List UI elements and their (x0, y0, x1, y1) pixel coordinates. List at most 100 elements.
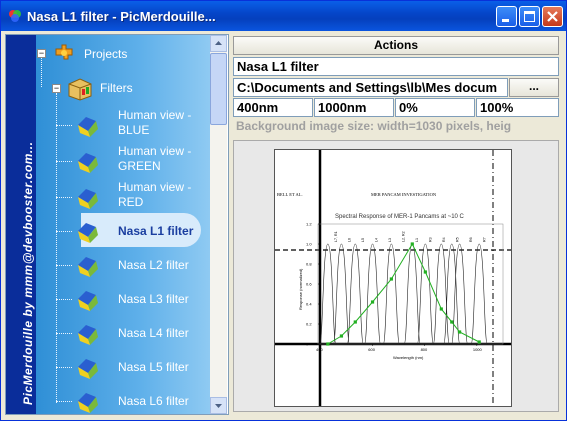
y-tick-label: 1.2 (306, 222, 312, 227)
scroll-up-button[interactable] (210, 35, 227, 52)
wavelength-max-field[interactable]: 1000nm (314, 98, 394, 117)
data-point (423, 270, 427, 274)
window-title: Nasa L1 filter - PicMerdouille... (27, 9, 216, 24)
tree-guide (56, 333, 72, 334)
y-tick-label: 1.0 (306, 242, 312, 247)
band-label: R6 (469, 237, 473, 242)
cube-icon (78, 291, 98, 311)
tree-guide (56, 197, 72, 198)
x-tick-label: 600 (368, 347, 375, 352)
data-point (477, 340, 481, 344)
tree-scrollbar[interactable] (210, 35, 227, 414)
spectral-response-chart[interactable]: BELL ET AL. MER PANCAM INVESTIGATION Spe… (275, 150, 511, 406)
band-label: L6 (348, 238, 352, 242)
tree-item-human-view-green[interactable]: Human view - GREEN (118, 144, 191, 174)
band-label: R4 (442, 237, 446, 242)
app-icon (9, 10, 21, 22)
tree-item-nasa-l3[interactable]: Nasa L3 filter (118, 292, 189, 307)
y-tick-label: 0.8 (306, 262, 312, 267)
arrow-down-icon (215, 404, 222, 408)
tree-guide (56, 367, 72, 368)
data-point (439, 307, 443, 311)
details-panel: Actions Nasa L1 filter C:\Documents and … (231, 34, 562, 413)
band-label: L3 (388, 238, 392, 242)
tree-guide (56, 401, 72, 402)
tree-panel: PicMerdouille by mmm@devbooster.com... −… (5, 34, 229, 415)
tree-item-label: Human view - (118, 144, 192, 158)
actions-button[interactable]: Actions (233, 36, 559, 55)
tree-item-nasa-l6[interactable]: Nasa L6 filter (118, 394, 189, 409)
band-curve (470, 243, 488, 345)
tree-guide (41, 57, 42, 87)
maximize-button[interactable] (519, 6, 540, 27)
band-label: L2, R2 (402, 231, 406, 242)
response-min-field[interactable]: 0% (395, 98, 475, 117)
box-icon (68, 78, 92, 101)
browse-button[interactable]: ... (509, 78, 559, 97)
tree-item-label: RED (118, 195, 144, 209)
response-max-field[interactable]: 100% (476, 98, 559, 117)
data-point (339, 334, 344, 338)
image-path-field[interactable]: C:\Documents and Settings\lb\Mes docum (233, 78, 508, 97)
tree-item-label: Human view - (118, 108, 192, 122)
tree-item-projects[interactable]: Projects (84, 47, 127, 62)
close-button[interactable] (542, 6, 563, 27)
figure-page: BELL ET AL. MER PANCAM INVESTIGATION Spe… (274, 149, 512, 407)
cube-icon (78, 117, 98, 137)
scroll-thumb[interactable] (210, 53, 227, 125)
collapse-filters-toggle[interactable]: − (52, 84, 61, 93)
tree-item-label: BLUE (118, 123, 150, 137)
tree-item-nasa-l4[interactable]: Nasa L4 filter (118, 326, 189, 341)
band-curve (364, 243, 381, 345)
band-label: R3 (429, 237, 433, 242)
tree-item-filters[interactable]: Filters (100, 81, 133, 96)
data-point (326, 342, 330, 346)
data-point (450, 320, 454, 324)
collapse-projects-toggle[interactable]: − (37, 49, 46, 58)
chart-title: Spectral Response of MER-1 Pancams at ~1… (335, 214, 465, 220)
figure-center-header: MER PANCAM INVESTIGATION (371, 192, 437, 197)
cube-icon (78, 223, 98, 243)
cube-icon (78, 189, 98, 209)
minimize-button[interactable] (496, 6, 517, 27)
y-tick-label: 0.4 (306, 302, 312, 307)
y-tick-label: 0.6 (306, 282, 312, 287)
image-viewport[interactable]: BELL ET AL. MER PANCAM INVESTIGATION Spe… (233, 140, 559, 412)
tree-guide (56, 125, 72, 126)
tree-guide (56, 161, 72, 162)
tree-guide (56, 93, 57, 403)
data-point (458, 330, 462, 334)
vertical-banner-text: PicMerdouille by mmm@devbooster.com... (21, 141, 35, 405)
image-info-text: Background image size: width=1030 pixels… (233, 118, 559, 137)
filter-name-field[interactable]: Nasa L1 filter (233, 57, 559, 76)
tree-view[interactable]: − Projects − Filters Human view - BLUE H… (36, 35, 210, 414)
y-axis-label: Response (normalized) (298, 268, 303, 310)
band-curve (347, 243, 364, 345)
data-point (353, 320, 357, 324)
x-axis-label: Wavelength (nm) (393, 355, 424, 360)
minimize-icon (502, 19, 509, 22)
data-point (410, 242, 414, 246)
band-label: L7, R1 (334, 231, 338, 242)
cube-icon (78, 257, 98, 277)
figure-left-header: BELL ET AL. (277, 192, 303, 197)
x-tick-label: 800 (421, 347, 428, 352)
band-label: L5 (361, 238, 365, 242)
close-icon (547, 11, 558, 22)
wavelength-min-field[interactable]: 400nm (233, 98, 313, 117)
cube-icon (78, 325, 98, 345)
cube-icon (78, 393, 98, 413)
data-point (370, 300, 375, 304)
tree-item-nasa-l1-selected[interactable]: Nasa L1 filter (118, 224, 193, 239)
cube-icon (78, 153, 98, 173)
app-window: Nasa L1 filter - PicMerdouille... PicMer… (0, 0, 567, 421)
tree-item-nasa-l2[interactable]: Nasa L2 filter (118, 258, 189, 273)
vertical-banner: PicMerdouille by mmm@devbooster.com... (6, 35, 36, 414)
title-bar[interactable]: Nasa L1 filter - PicMerdouille... (1, 1, 566, 31)
tree-item-human-view-red[interactable]: Human view - RED (118, 180, 191, 210)
y-tick-label: 0.2 (306, 322, 312, 327)
tree-item-nasa-l5[interactable]: Nasa L5 filter (118, 360, 189, 375)
band-label: R5 (456, 237, 460, 242)
scroll-down-button[interactable] (210, 397, 227, 414)
tree-item-human-view-blue[interactable]: Human view - BLUE (118, 108, 191, 138)
